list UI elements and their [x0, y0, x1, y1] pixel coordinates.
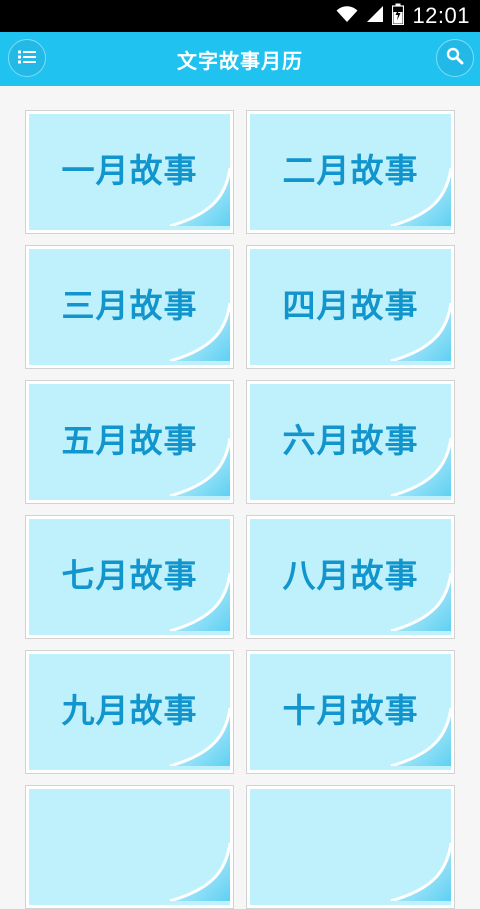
- signal-icon: [366, 5, 384, 27]
- month-card[interactable]: [25, 785, 234, 909]
- month-card[interactable]: 七月故事: [25, 515, 234, 639]
- card-paper: 二月故事: [250, 114, 451, 230]
- search-icon: [446, 47, 464, 69]
- month-card[interactable]: 九月故事: [25, 650, 234, 774]
- card-paper: 七月故事: [29, 519, 230, 635]
- card-paper: 四月故事: [250, 249, 451, 365]
- app-header: 文字故事月历: [0, 32, 480, 86]
- card-paper: 十月故事: [250, 654, 451, 770]
- wifi-icon: [336, 5, 358, 27]
- month-card[interactable]: 二月故事: [246, 110, 455, 234]
- menu-list-icon: [18, 49, 36, 68]
- page-curl-icon: [160, 437, 230, 500]
- month-card[interactable]: 三月故事: [25, 245, 234, 369]
- page-curl-icon: [160, 572, 230, 635]
- card-paper: 三月故事: [29, 249, 230, 365]
- page-curl-icon: [160, 167, 230, 230]
- search-button[interactable]: [436, 39, 474, 77]
- month-card[interactable]: 八月故事: [246, 515, 455, 639]
- page-title: 文字故事月历: [177, 48, 303, 73]
- battery-icon: [392, 3, 405, 29]
- card-paper: 六月故事: [250, 384, 451, 500]
- page-curl-icon: [381, 437, 451, 500]
- page-curl-icon: [160, 842, 230, 905]
- card-paper: [29, 789, 230, 905]
- page-curl-icon: [381, 842, 451, 905]
- page-curl-icon: [381, 707, 451, 770]
- month-card[interactable]: 四月故事: [246, 245, 455, 369]
- card-paper: 一月故事: [29, 114, 230, 230]
- month-card[interactable]: [246, 785, 455, 909]
- status-bar: 12:01: [0, 0, 480, 32]
- page-curl-icon: [381, 167, 451, 230]
- page-curl-icon: [381, 302, 451, 365]
- page-curl-icon: [160, 707, 230, 770]
- month-card[interactable]: 十月故事: [246, 650, 455, 774]
- card-paper: 九月故事: [29, 654, 230, 770]
- month-card[interactable]: 六月故事: [246, 380, 455, 504]
- month-card[interactable]: 五月故事: [25, 380, 234, 504]
- card-paper: [250, 789, 451, 905]
- page-curl-icon: [381, 572, 451, 635]
- month-card[interactable]: 一月故事: [25, 110, 234, 234]
- card-paper: 八月故事: [250, 519, 451, 635]
- card-paper: 五月故事: [29, 384, 230, 500]
- menu-button[interactable]: [8, 39, 46, 77]
- page-curl-icon: [160, 302, 230, 365]
- status-time: 12:01: [412, 3, 470, 28]
